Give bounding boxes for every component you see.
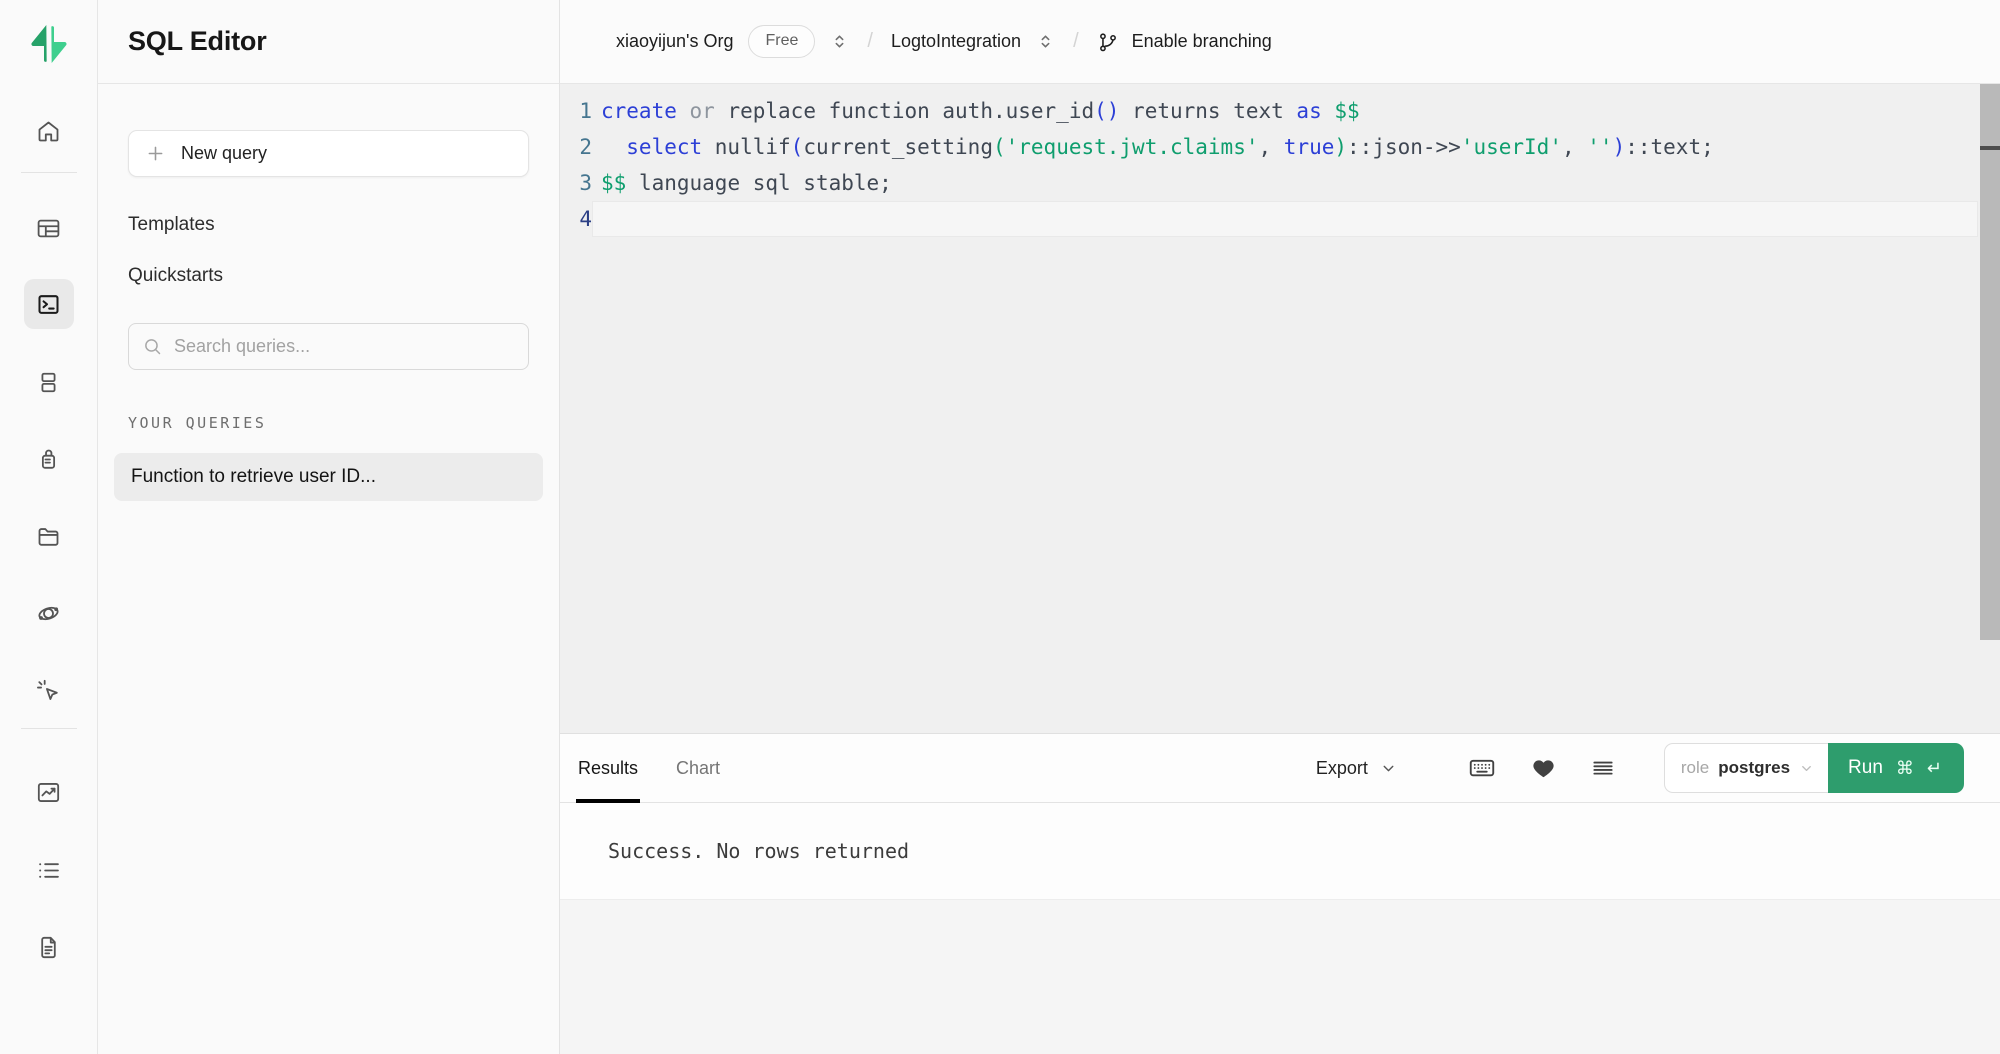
plus-icon (145, 143, 166, 164)
favorite-heart-button[interactable] (1531, 756, 1556, 781)
breadcrumb-separator: / (867, 30, 873, 53)
run-button[interactable]: Run ⌘ ↵ (1828, 743, 1964, 793)
scrollbar-thumb[interactable] (1980, 84, 2000, 640)
sidebar-header: SQL Editor (98, 0, 559, 84)
export-button[interactable]: Export (1316, 758, 1397, 779)
rail-realtime-icon[interactable] (24, 665, 74, 715)
rail-home-icon[interactable] (24, 106, 74, 156)
query-result-message: Success. No rows returned (560, 803, 2000, 899)
main-area: xiaoyijun's Org Free / LogtoIntegration … (560, 0, 2000, 1054)
role-label: role (1681, 758, 1709, 778)
rail-sql-editor-icon[interactable] (24, 279, 74, 329)
code-line[interactable]: 3$$ language sql stable; (560, 165, 2000, 201)
query-list: Function to retrieve user ID... (114, 453, 543, 501)
rail-reports-icon[interactable] (24, 767, 74, 817)
your-queries-label: YOUR QUERIES (128, 414, 529, 432)
page-title: SQL Editor (128, 26, 267, 57)
breadcrumb: xiaoyijun's Org Free / LogtoIntegration … (560, 0, 2000, 84)
search-queries-input[interactable] (174, 336, 494, 357)
sidebar-item-templates[interactable]: Templates (128, 214, 215, 236)
rail-auth-icon[interactable] (24, 434, 74, 484)
breadcrumb-separator: / (1073, 30, 1079, 53)
role-select[interactable]: role postgres (1664, 743, 1828, 793)
rail-logs-icon[interactable] (24, 845, 74, 895)
editor-scrollbar[interactable] (1980, 84, 2000, 733)
org-name: xiaoyijun's Org (616, 31, 733, 52)
code-line[interactable]: 4 (560, 201, 2000, 237)
rail-api-docs-icon[interactable] (24, 922, 74, 972)
success-message-text: Success. No rows returned (608, 839, 909, 863)
cursor-overview-marker (1980, 146, 2000, 150)
line-number: 3 (560, 165, 592, 201)
chevrons-up-down-icon (1036, 32, 1055, 51)
search-icon (142, 336, 163, 357)
supabase-sql-editor: SQL Editor New query Templates Quickstar… (0, 0, 2000, 1054)
run-control-group: role postgres Run ⌘ ↵ (1664, 743, 1964, 793)
results-empty-area (560, 899, 2000, 1054)
tab-results[interactable]: Results (576, 734, 640, 802)
code-line[interactable]: 2select nullif(current_setting('request.… (560, 129, 2000, 165)
rail-divider (21, 172, 77, 173)
rail-edge-functions-icon[interactable] (24, 588, 74, 638)
role-value: postgres (1718, 758, 1790, 778)
rail-database-icon[interactable] (24, 357, 74, 407)
rail-storage-icon[interactable] (24, 511, 74, 561)
rail-divider (21, 728, 77, 729)
new-query-label: New query (181, 143, 267, 164)
results-toolbar: Results Chart Export role postg (560, 733, 2000, 803)
search-queries-box (128, 323, 529, 370)
enable-branching-button[interactable]: Enable branching (1097, 31, 1272, 53)
sql-code-editor[interactable]: 1create or replace function auth.user_id… (560, 84, 2000, 733)
format-sql-button[interactable] (1590, 755, 1616, 781)
project-switcher[interactable]: LogtoIntegration (891, 31, 1055, 52)
chevron-down-icon (1380, 760, 1397, 777)
run-label: Run (1848, 757, 1883, 779)
query-list-item[interactable]: Function to retrieve user ID... (114, 453, 543, 501)
query-sidebar: SQL Editor New query Templates Quickstar… (98, 0, 560, 1054)
nav-rail (0, 0, 98, 1054)
chevron-down-icon (1799, 761, 1814, 776)
supabase-logo-icon[interactable] (27, 22, 71, 66)
sidebar-item-quickstarts[interactable]: Quickstarts (128, 265, 223, 287)
code-lines: 1create or replace function auth.user_id… (560, 84, 2000, 237)
export-label: Export (1316, 758, 1368, 779)
plan-badge: Free (748, 25, 815, 58)
new-query-button[interactable]: New query (128, 130, 529, 177)
run-shortcut: ⌘ ↵ (1896, 758, 1946, 779)
keyboard-shortcuts-button[interactable] (1467, 753, 1497, 783)
chevrons-up-down-icon (830, 32, 849, 51)
enable-branching-label: Enable branching (1132, 31, 1272, 52)
org-switcher[interactable]: xiaoyijun's Org Free (616, 25, 849, 58)
rail-table-editor-icon[interactable] (24, 203, 74, 253)
git-branch-icon (1097, 31, 1119, 53)
line-number: 2 (560, 129, 592, 165)
line-number: 1 (560, 93, 592, 129)
tab-chart[interactable]: Chart (674, 734, 722, 802)
line-number: 4 (560, 201, 592, 237)
code-line[interactable]: 1create or replace function auth.user_id… (560, 93, 2000, 129)
project-name: LogtoIntegration (891, 31, 1021, 52)
